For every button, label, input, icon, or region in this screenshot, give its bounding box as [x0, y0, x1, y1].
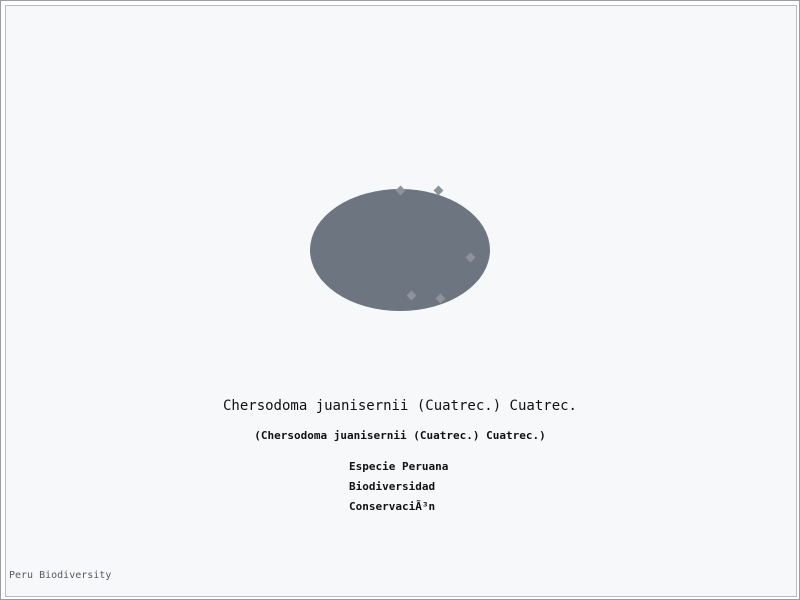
footer-brand: Peru Biodiversity	[9, 570, 112, 581]
species-title: Chersodoma juanisernii (Cuatrec.) Cuatre…	[222, 398, 577, 414]
species-blob-shape	[310, 189, 490, 311]
tag-list: Especie Peruana Biodiversidad Conservaci…	[349, 459, 448, 519]
tag-item-especie-peruana: Especie Peruana	[349, 460, 449, 473]
species-subtitle: (Chersodoma juanisernii (Cuatrec.) Cuatr…	[254, 429, 546, 442]
tag-item-biodiversidad: Biodiversidad	[349, 480, 436, 493]
tag-item-conservacion: ConservaciÃ³n	[349, 500, 436, 513]
